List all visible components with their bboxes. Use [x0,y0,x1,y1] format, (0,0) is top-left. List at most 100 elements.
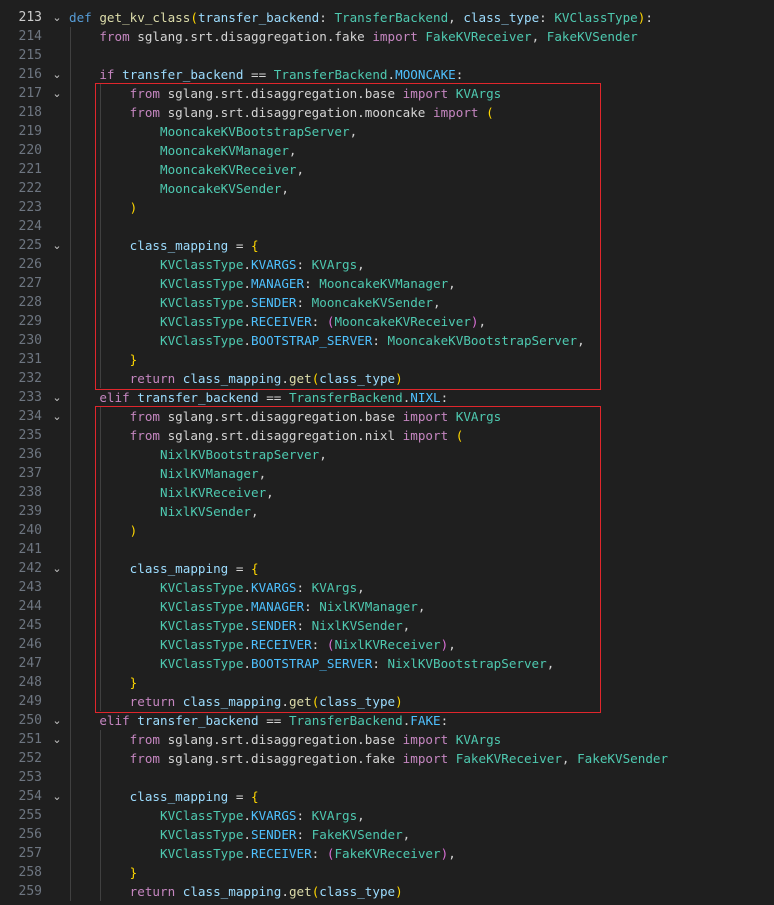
fold-chevron-icon[interactable]: ⌄ [50,559,64,578]
fold-chevron-icon[interactable]: ⌄ [50,730,64,749]
code-token: from [129,409,161,424]
code-token: : [372,656,388,671]
code-line[interactable]: 229 KVClassType.RECEIVER: (MooncakeKVRec… [0,312,774,331]
code-line[interactable]: 232 return class_mapping.get(class_type) [0,369,774,388]
code-line[interactable]: 241 [0,540,774,559]
fold-chevron-icon[interactable]: ⌄ [50,407,64,426]
code-line[interactable]: 258 } [0,863,774,882]
code-line[interactable]: 244 KVClassType.MANAGER: NixlKVManager, [0,597,774,616]
code-token: , [357,808,365,823]
code-line[interactable]: 243 KVClassType.KVARGS: KVArgs, [0,578,774,597]
code-line[interactable]: 240 ) [0,521,774,540]
code-token: , [448,637,456,652]
fold-chevron-icon[interactable]: ⌄ [50,65,64,84]
code-text: return class_mapping.get(class_type) [69,882,403,901]
code-token: KVClassType [160,827,244,842]
code-line[interactable]: 259 return class_mapping.get(class_type) [0,882,774,901]
code-line[interactable]: 248 } [0,673,774,692]
code-token: NixlKVSender [160,504,251,519]
code-token: KVArgs [311,580,358,595]
fold-chevron-icon[interactable]: ⌄ [50,388,64,407]
code-token: KVClassType [160,656,244,671]
code-line[interactable]: 227 KVClassType.MANAGER: MooncakeKVManag… [0,274,774,293]
code-line[interactable]: 218 from sglang.srt.disaggregation.moonc… [0,103,774,122]
code-line[interactable]: 236 NixlKVBootstrapServer, [0,445,774,464]
code-line[interactable]: 220 MooncakeKVManager, [0,141,774,160]
code-token: , [357,580,365,595]
code-line[interactable]: 222 MooncakeKVSender, [0,179,774,198]
code-token: KVClassType [160,333,244,348]
code-text: from sglang.srt.disaggregation.fake impo… [69,749,668,768]
code-line[interactable]: 213 ⌄ def get_kv_class(transfer_backend: T… [0,8,774,27]
code-token: import [432,105,479,120]
code-line[interactable]: 257 KVClassType.RECEIVER: (FakeKVReceive… [0,844,774,863]
code-token: class_type [463,10,540,25]
code-token: TransferBackend [288,713,403,728]
code-token: MooncakeKVBootstrapServer [160,124,350,139]
code-token: class_mapping [129,238,229,253]
code-line[interactable]: 219 MooncakeKVBootstrapServer, [0,122,774,141]
code-token: : [319,10,335,25]
code-line[interactable]: 252 from sglang.srt.disaggregation.fake … [0,749,774,768]
code-line[interactable]: 250 ⌄ elif transfer_backend == TransferBa… [0,711,774,730]
line-number: 216 [18,67,42,82]
code-line[interactable]: 237 NixlKVManager, [0,464,774,483]
code-line[interactable]: 231 } [0,350,774,369]
code-line[interactable]: 221 MooncakeKVReceiver, [0,160,774,179]
fold-chevron-icon[interactable]: ⌄ [50,711,64,730]
code-line[interactable]: 249 return class_mapping.get(class_type) [0,692,774,711]
code-token: def [69,10,92,25]
code-line[interactable]: 234 ⌄ from sglang.srt.disaggregation.base… [0,407,774,426]
code-token: ) [129,523,138,538]
code-token: if [99,67,115,82]
fold-chevron-icon[interactable]: ⌄ [50,84,64,103]
code-text: KVClassType.KVARGS: KVArgs, [69,578,365,597]
code-text: from sglang.srt.disaggregation.fake impo… [69,27,637,46]
code-token: elif [99,390,130,405]
code-line[interactable]: 217 ⌄ from sglang.srt.disaggregation.base… [0,84,774,103]
fold-chevron-icon[interactable]: ⌄ [50,787,64,806]
code-text: } [69,350,138,369]
code-line[interactable]: 256 KVClassType.SENDER: FakeKVSender, [0,825,774,844]
line-number: 258 [18,865,42,880]
code-line[interactable]: 242 ⌄ class_mapping = { [0,559,774,578]
fold-chevron-icon[interactable]: ⌄ [50,236,64,255]
code-token: KVClassType [160,314,244,329]
code-editor[interactable]: 213 ⌄ def get_kv_class(transfer_backend: T… [0,0,774,905]
code-line[interactable]: 233 ⌄ elif transfer_backend == TransferBa… [0,388,774,407]
code-line[interactable]: 247 KVClassType.BOOTSTRAP_SERVER: NixlKV… [0,654,774,673]
code-token: . [281,694,289,709]
code-line[interactable]: 226 KVClassType.KVARGS: KVArgs, [0,255,774,274]
code-line[interactable]: 251 ⌄ from sglang.srt.disaggregation.base… [0,730,774,749]
line-number: 223 [18,200,42,215]
code-line[interactable]: 246 KVClassType.RECEIVER: (NixlKVReceive… [0,635,774,654]
code-line[interactable]: 230 KVClassType.BOOTSTRAP_SERVER: Moonca… [0,331,774,350]
code-token: MOONCAKE [395,67,456,82]
code-text: KVClassType.BOOTSTRAP_SERVER: MooncakeKV… [69,331,585,350]
fold-chevron-icon[interactable]: ⌄ [50,8,64,27]
code-line[interactable]: 235 from sglang.srt.disaggregation.nixl … [0,426,774,445]
code-token: , [448,10,464,25]
code-line[interactable]: 214 from sglang.srt.disaggregation.fake … [0,27,774,46]
code-line[interactable]: 223 ) [0,198,774,217]
code-token: : [311,314,327,329]
code-line[interactable]: 225 ⌄ class_mapping = { [0,236,774,255]
code-line[interactable]: 224 [0,217,774,236]
code-line[interactable]: 215 [0,46,774,65]
line-number: 259 [18,884,42,899]
code-line[interactable]: 216 ⌄ if transfer_backend == TransferBack… [0,65,774,84]
code-line[interactable]: 254 ⌄ class_mapping = { [0,787,774,806]
code-line[interactable]: 253 [0,768,774,787]
code-line[interactable]: 255 KVClassType.KVARGS: KVArgs, [0,806,774,825]
code-token: RECEIVER [251,846,312,861]
code-line[interactable]: 238 NixlKVReceiver, [0,483,774,502]
code-line[interactable]: 245 KVClassType.SENDER: NixlKVSender, [0,616,774,635]
code-line[interactable]: 228 KVClassType.SENDER: MooncakeKVSender… [0,293,774,312]
code-line[interactable]: 239 NixlKVSender, [0,502,774,521]
